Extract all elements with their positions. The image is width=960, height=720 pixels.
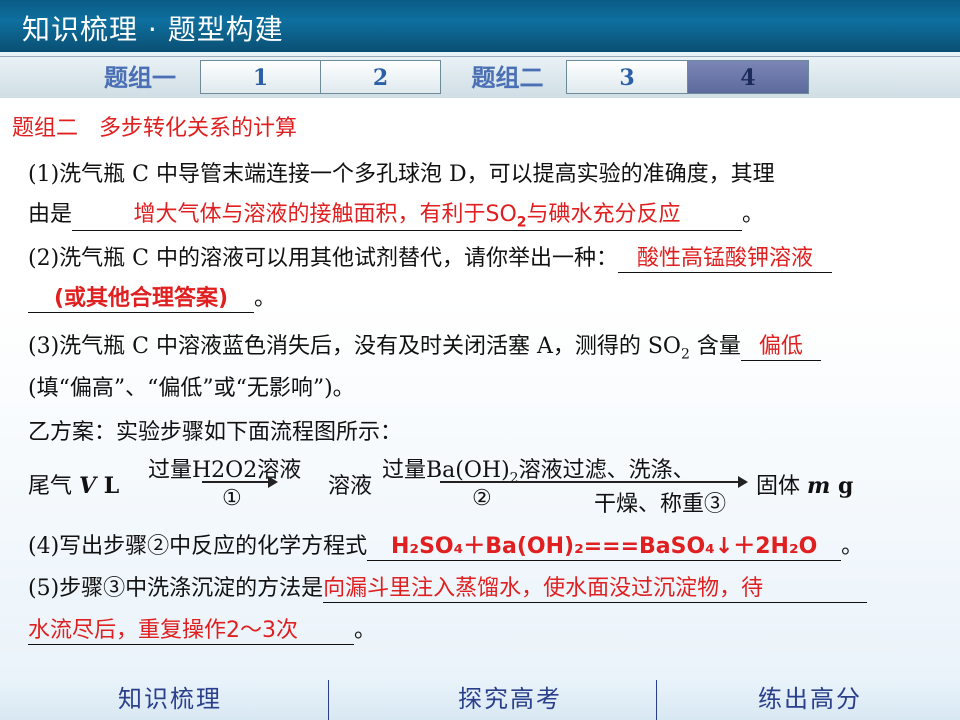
q4-answer-blank: H₂SO₄＋Ba(OH)₂===BaSO₄↓＋2H₂O bbox=[367, 528, 842, 561]
flow-end: 固体 m g bbox=[756, 473, 854, 499]
flow-middle: 溶液 bbox=[328, 474, 373, 499]
footer-divider-2 bbox=[656, 680, 657, 720]
flow-arrow-2 bbox=[440, 481, 740, 483]
q1-prefix: 由是 bbox=[28, 202, 73, 227]
footer-link-exam[interactable]: 探究高考 bbox=[400, 678, 620, 720]
question-group-nav: 题组一 1 2 题组二 3 4 bbox=[0, 56, 960, 100]
heading-title: 多步转化关系的计算 bbox=[99, 116, 298, 141]
page-title: 知识梳理 · 题型构建 bbox=[22, 13, 284, 46]
q5-text: (5)步骤③中洗涤沉淀的方法是 bbox=[28, 576, 324, 601]
q2-line-2: (或其他合理答案) 。 bbox=[28, 280, 276, 313]
flow-step1-reagent: 过量H2O2溶液 bbox=[148, 458, 302, 483]
flow-arrowhead-2 bbox=[738, 476, 748, 488]
q3-answer-blank: 偏低 bbox=[740, 328, 821, 361]
q2-text: (2)洗气瓶 C 中的溶液可以用其他试剂替代，请你举出一种： bbox=[28, 246, 618, 271]
q5-answer-2: 水流尽后，重复操作2～3次 bbox=[28, 618, 298, 643]
q3-line-1: (3)洗气瓶 C 中溶液蓝色消失后，没有及时关闭活塞 A，测得的 SO2 含量偏… bbox=[28, 328, 821, 362]
q4-text: (4)写出步骤②中反应的化学方程式 bbox=[28, 534, 368, 559]
q1-line-2: 由是 增大气体与溶液的接触面积，有利于SO2与碘水充分反应 。 bbox=[28, 196, 765, 232]
q2-answer-2: (或其他合理答案) bbox=[53, 286, 229, 311]
q3-line-2: (填“偏高”、“偏低”或“无影响”)。 bbox=[28, 376, 355, 401]
flow-arrowhead-1 bbox=[268, 476, 278, 488]
q2-line-1: (2)洗气瓶 C 中的溶液可以用其他试剂替代，请你举出一种： 酸性高锰酸钾溶液 bbox=[28, 240, 832, 273]
flow-step1-label: ① bbox=[222, 486, 242, 511]
footer-link-practice[interactable]: 练出高分 bbox=[700, 678, 920, 720]
q1-line-1: (1)洗气瓶 C 中导管末端连接一个多孔球泡 D，可以提高实验的准确度，其理 bbox=[28, 162, 775, 187]
section-heading: 题组二 多步转化关系的计算 bbox=[12, 110, 297, 142]
q3-text-a: (3)洗气瓶 C 中溶液蓝色消失后，没有及时关闭活塞 A，测得的 SO bbox=[28, 334, 681, 359]
tab-4-active[interactable]: 4 bbox=[687, 60, 809, 94]
tab-2[interactable]: 2 bbox=[320, 60, 441, 94]
plan-b-intro: 乙方案：实验步骤如下面流程图所示： bbox=[28, 420, 403, 445]
q1-end: 。 bbox=[742, 202, 765, 227]
q4-answer: H₂SO₄＋Ba(OH)₂===BaSO₄↓＋2H₂O bbox=[391, 534, 818, 559]
footer-divider-1 bbox=[328, 680, 329, 720]
q1-answer: 增大气体与溶液的接触面积，有利于SO2与碘水充分反应 bbox=[133, 202, 681, 231]
q5-answer-blank-1: 向漏斗里注入蒸馏水，使水面没过沉淀物，待 bbox=[323, 570, 868, 603]
flow-step2-label: ② bbox=[472, 486, 492, 511]
q5-line-2: 水流尽后，重复操作2～3次 。 bbox=[28, 612, 376, 645]
q4-end: 。 bbox=[841, 534, 864, 559]
footer-nav: 知识梳理 探究高考 练出高分 bbox=[0, 678, 960, 720]
q1-answer-blank: 增大气体与溶液的接触面积，有利于SO2与碘水充分反应 bbox=[72, 196, 743, 232]
footer-link-knowledge[interactable]: 知识梳理 bbox=[60, 678, 280, 720]
q2-answer-blank-2: (或其他合理答案) bbox=[28, 280, 254, 313]
heading-group: 题组二 bbox=[12, 116, 79, 141]
q2-answer-1: 酸性高锰酸钾溶液 bbox=[636, 246, 813, 271]
tab-1[interactable]: 1 bbox=[200, 60, 321, 94]
group-2-label[interactable]: 题组二 bbox=[455, 61, 560, 95]
flow-step2-detail: 干燥、称重③ bbox=[594, 492, 727, 517]
q4-line: (4)写出步骤②中反应的化学方程式 H₂SO₄＋Ba(OH)₂===BaSO₄↓＋… bbox=[28, 528, 863, 561]
q5-answer-1: 向漏斗里注入蒸馏水，使水面没过沉淀物，待 bbox=[323, 576, 764, 601]
q3-text-b: 含量 bbox=[689, 334, 741, 359]
question-content: 题组二 多步转化关系的计算 (1)洗气瓶 C 中导管末端连接一个多孔球泡 D，可… bbox=[0, 98, 960, 678]
flow-arrow-1 bbox=[202, 481, 270, 483]
q3-sub: 2 bbox=[680, 346, 690, 363]
q2-end: 。 bbox=[254, 286, 277, 311]
flow-start: 尾气 V L bbox=[28, 473, 120, 499]
q5-end: 。 bbox=[354, 618, 377, 643]
tab-3[interactable]: 3 bbox=[566, 60, 688, 94]
group-1-label[interactable]: 题组一 bbox=[90, 61, 190, 95]
q3-answer: 偏低 bbox=[758, 334, 803, 359]
q5-line-1: (5)步骤③中洗涤沉淀的方法是向漏斗里注入蒸馏水，使水面没过沉淀物，待 bbox=[28, 570, 868, 603]
q2-answer-blank-1: 酸性高锰酸钾溶液 bbox=[617, 240, 832, 273]
q5-answer-blank-2: 水流尽后，重复操作2～3次 bbox=[28, 612, 354, 645]
title-bar: 知识梳理 · 题型构建 bbox=[0, 0, 960, 52]
